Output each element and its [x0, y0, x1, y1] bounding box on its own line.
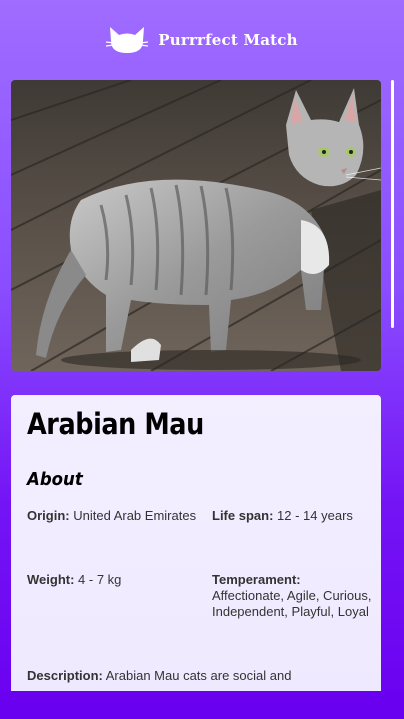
breed-facts: Origin: United Arab Emirates Life span: …: [27, 508, 371, 668]
temperament-value: Affectionate, Agile, Curious, Independen…: [212, 588, 372, 619]
lifespan-value: 12 - 14 years: [277, 508, 353, 523]
weight-value: 4 - 7 kg: [78, 572, 122, 587]
temperament-label: Temperament:: [212, 572, 301, 587]
origin-value: United Arab Emirates: [73, 508, 197, 523]
description-label: Description:: [27, 668, 103, 683]
breed-details-card: Arabian Mau About Origin: United Arab Em…: [11, 395, 381, 695]
origin-label: Origin:: [27, 508, 70, 523]
about-heading: About: [27, 469, 83, 490]
scrollbar-thumb[interactable]: [391, 80, 394, 328]
breed-name: Arabian Mau: [27, 407, 204, 441]
lifespan-label: Life span:: [212, 508, 274, 523]
temperament-fact: Temperament: Affectionate, Agile, Curiou…: [212, 572, 381, 668]
origin-fact: Origin: United Arab Emirates: [27, 508, 212, 572]
lifespan-fact: Life span: 12 - 14 years: [212, 508, 381, 572]
cat-head-icon: [106, 27, 149, 53]
weight-fact: Weight: 4 - 7 kg: [27, 572, 212, 668]
description: Description: Arabian Mau cats are social…: [27, 668, 365, 684]
bottom-bar: [0, 691, 404, 719]
description-value: Arabian Mau cats are social and: [105, 668, 292, 683]
app-header: Purrrfect Match: [0, 0, 404, 80]
weight-label: Weight:: [27, 572, 75, 587]
app-title: Purrrfect Match: [158, 31, 298, 49]
cat-photo: [11, 80, 381, 371]
